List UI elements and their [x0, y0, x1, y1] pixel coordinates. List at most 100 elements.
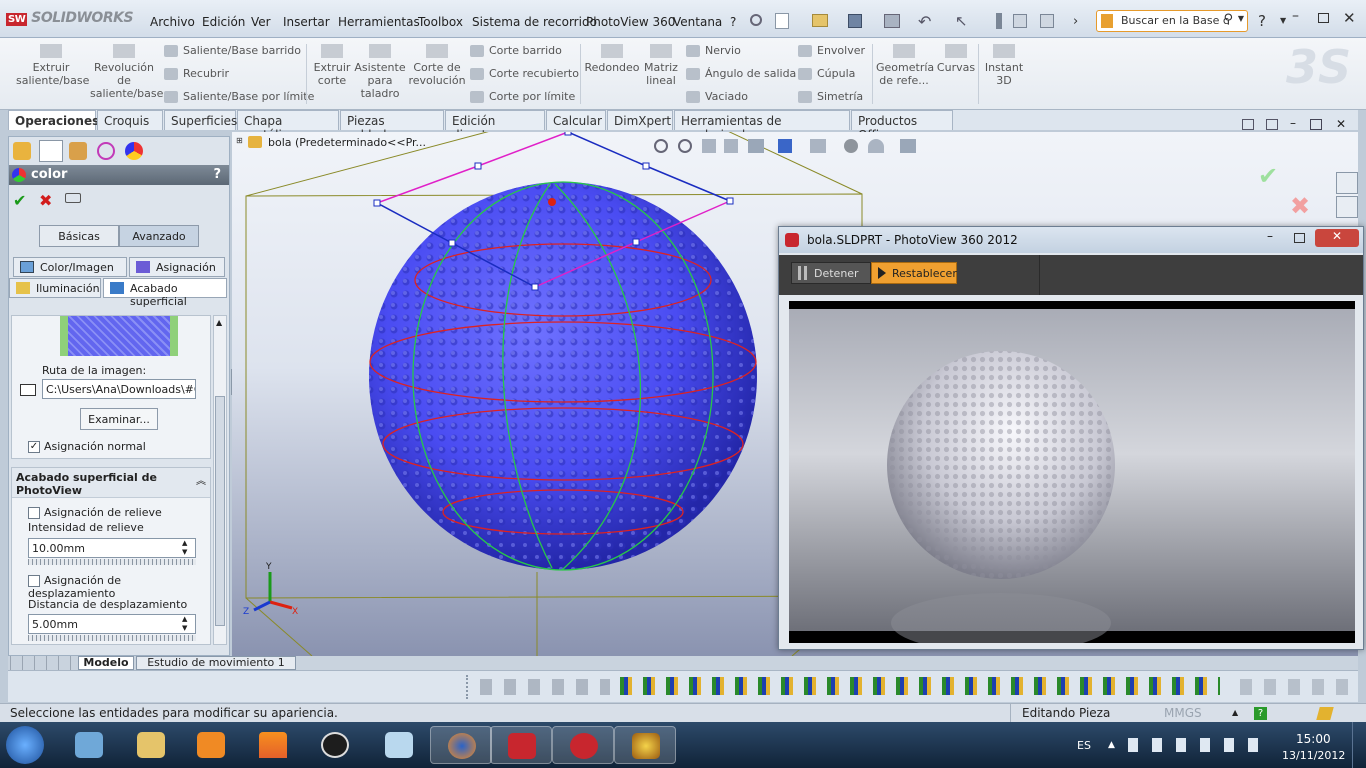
- taskbar-explorer[interactable]: [120, 726, 182, 764]
- status-units[interactable]: MMGS: [1164, 706, 1202, 720]
- taskbar-photoview[interactable]: [552, 726, 614, 764]
- tab-piezas-soldadas[interactable]: Piezas soldadas: [340, 110, 444, 142]
- displacement-slider[interactable]: [28, 635, 196, 641]
- start-button[interactable]: [6, 726, 44, 764]
- doc-restore-button[interactable]: [1310, 119, 1322, 130]
- revolve-cut-button[interactable]: Corte de revolución: [408, 44, 466, 87]
- bump-mapping-checkbox[interactable]: [28, 507, 40, 519]
- subtab-asignacion[interactable]: Asignación: [129, 257, 225, 277]
- rebuild-icon[interactable]: [996, 13, 1002, 29]
- shell-button[interactable]: Vaciado: [686, 90, 748, 103]
- swept-cut-button[interactable]: Corte barrido: [470, 44, 562, 57]
- dimxpert-icon[interactable]: [97, 142, 115, 160]
- tab-productos-office[interactable]: Productos Office: [851, 110, 953, 142]
- mirror-button[interactable]: Simetría: [798, 90, 863, 103]
- menu-toolbox[interactable]: Toolbox: [418, 15, 463, 29]
- cancel-x-icon[interactable]: ✖: [39, 191, 52, 210]
- tile-right-icon[interactable]: [1266, 119, 1278, 130]
- tab-croquis[interactable]: Croquis: [97, 110, 163, 130]
- taskbar-hp[interactable]: [304, 726, 366, 764]
- collapse-chevron-icon[interactable]: ︽: [196, 472, 206, 487]
- displacement-mapping-checkbox[interactable]: [28, 575, 40, 587]
- zoom-area-icon[interactable]: [678, 139, 692, 153]
- tab-scroll-buttons[interactable]: [10, 656, 76, 670]
- confirm-check-icon[interactable]: ✔: [1258, 162, 1278, 190]
- boundary-boss-button[interactable]: Saliente/Base por límite: [164, 90, 314, 103]
- help-status-icon[interactable]: ?: [1254, 707, 1267, 720]
- selection-filter-icons[interactable]: [620, 677, 1220, 695]
- taskbar-firefox[interactable]: [430, 726, 492, 764]
- extrude-boss-button[interactable]: Extruir saliente/base: [16, 44, 89, 87]
- show-hidden-icons[interactable]: ▲: [1108, 740, 1115, 750]
- pv-close-button[interactable]: ✕: [1315, 229, 1359, 247]
- reset-button[interactable]: Restablecer: [871, 262, 957, 284]
- menu-edicion[interactable]: Edición: [202, 15, 245, 29]
- search-icon[interactable]: ⚲: [1223, 12, 1233, 27]
- edit-appearance-icon[interactable]: [844, 139, 858, 153]
- menu-sistema-recorrido[interactable]: Sistema de recorrido: [472, 15, 597, 29]
- undo-icon[interactable]: ↶: [918, 12, 931, 31]
- ok-check-icon[interactable]: ✔: [13, 191, 26, 210]
- new-document-icon[interactable]: [775, 13, 789, 29]
- fillet-button[interactable]: Redondeo: [584, 44, 640, 74]
- tab-estudio-movimiento[interactable]: Estudio de movimiento 1: [136, 656, 296, 670]
- print-icon[interactable]: [884, 14, 900, 28]
- reference-geometry-button[interactable]: Geometría de refe...: [876, 44, 934, 87]
- tree-expand-icon[interactable]: ⊞: [236, 136, 243, 145]
- hole-wizard-button[interactable]: Asistente para taladro: [354, 44, 406, 100]
- show-desktop-button[interactable]: [1352, 722, 1366, 768]
- bump-slider[interactable]: [28, 559, 196, 565]
- open-folder-icon[interactable]: [812, 14, 828, 27]
- tab-herramientas-renderizado[interactable]: Herramientas de renderizado: [674, 110, 850, 142]
- linear-pattern-button[interactable]: Matriz lineal: [642, 44, 680, 87]
- home-icon[interactable]: [1336, 172, 1358, 194]
- chevron-down-icon[interactable]: ▼: [1238, 14, 1244, 23]
- options-icon[interactable]: [1040, 14, 1054, 28]
- subtab-color-imagen[interactable]: Color/Imagen: [13, 257, 127, 277]
- feature-tree-icon[interactable]: [13, 142, 31, 160]
- clock-date[interactable]: 13/11/2012: [1282, 749, 1345, 762]
- hide-show-icon[interactable]: [810, 139, 826, 153]
- minimize-button[interactable]: –: [1292, 8, 1299, 24]
- help-dropdown-icon[interactable]: ▼: [1280, 16, 1286, 25]
- tile-left-icon[interactable]: [1242, 119, 1254, 130]
- file-properties-icon[interactable]: [1013, 14, 1027, 28]
- section-view-icon[interactable]: [724, 139, 738, 153]
- basic-mode-button[interactable]: Básicas: [39, 225, 119, 247]
- clock-time[interactable]: 15:00: [1296, 732, 1331, 746]
- taskbar-people[interactable]: [58, 726, 120, 764]
- view-settings-icon[interactable]: [900, 139, 916, 153]
- taskbar-media[interactable]: [180, 726, 242, 764]
- stop-button[interactable]: Detener: [791, 262, 871, 284]
- display-style-icon[interactable]: [778, 139, 792, 153]
- instant-3d-button[interactable]: Instant 3D: [982, 44, 1026, 87]
- pushpin-icon[interactable]: [65, 193, 81, 203]
- library-icon[interactable]: [1336, 196, 1358, 218]
- revolve-boss-button[interactable]: Revolución de saliente/base: [90, 44, 163, 100]
- maximize-button[interactable]: [1318, 13, 1329, 23]
- view-orientation-icon[interactable]: [748, 139, 764, 153]
- menu-herramientas[interactable]: Herramientas: [338, 15, 420, 29]
- rib-button[interactable]: Nervio: [686, 44, 741, 57]
- wrap-button[interactable]: Envolver: [798, 44, 865, 57]
- select-arrow-icon[interactable]: ↖: [955, 12, 968, 30]
- tray-icons[interactable]: [1128, 738, 1258, 752]
- tab-chapa-metalica[interactable]: Chapa metálica: [237, 110, 339, 142]
- loft-button[interactable]: Recubrir: [164, 67, 229, 80]
- dome-button[interactable]: Cúpula: [798, 67, 855, 80]
- advanced-mode-button[interactable]: Avanzado: [119, 225, 199, 247]
- pv-minimize-button[interactable]: –: [1267, 229, 1273, 243]
- browse-button[interactable]: Examinar...: [80, 408, 158, 430]
- property-manager-icon[interactable]: [39, 140, 63, 162]
- normal-mapping-checkbox[interactable]: ✓: [28, 441, 40, 453]
- pin-icon[interactable]: [750, 14, 762, 26]
- tab-calcular[interactable]: Calcular: [546, 110, 606, 130]
- taskbar-render[interactable]: [614, 726, 676, 764]
- configuration-icon[interactable]: [69, 142, 87, 160]
- scene-icon[interactable]: [868, 139, 884, 153]
- displacement-spinner[interactable]: ▲ ▼: [182, 615, 187, 633]
- menu-help[interactable]: ?: [730, 15, 736, 29]
- menu-photoview[interactable]: PhotoView 360: [586, 15, 675, 29]
- boundary-cut-button[interactable]: Corte por límite: [470, 90, 575, 103]
- display-manager-icon[interactable]: [125, 142, 143, 160]
